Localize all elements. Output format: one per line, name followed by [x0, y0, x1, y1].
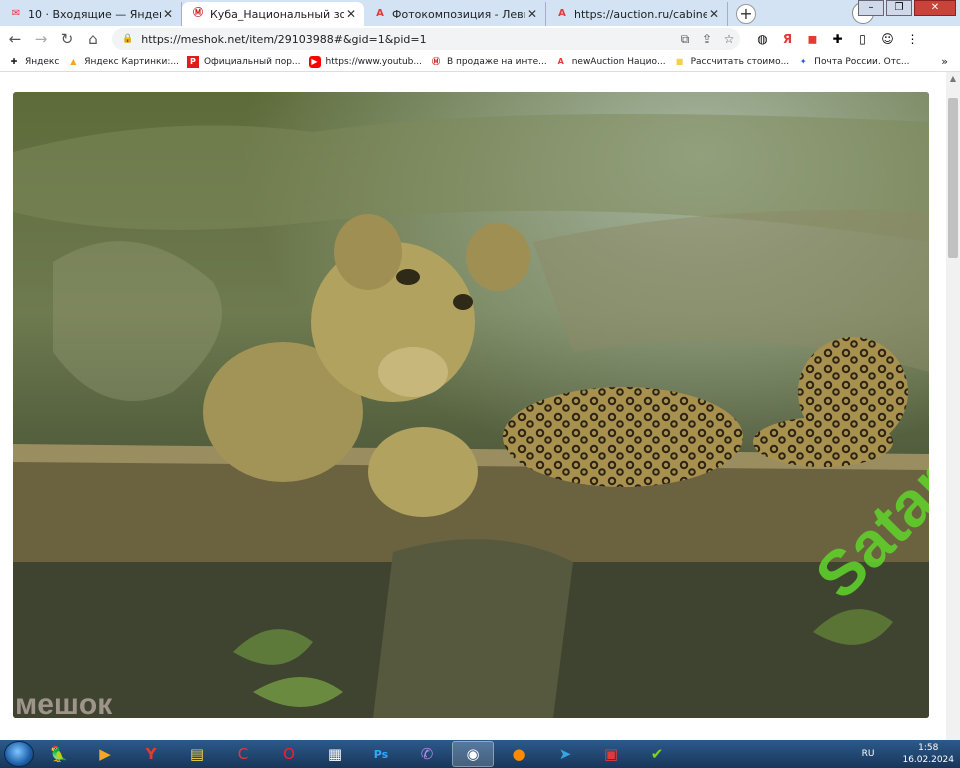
- bookmark-item[interactable]: ■ Рассчитать стоимо...: [674, 56, 790, 68]
- bookmark-item[interactable]: Р Официальный пор...: [186, 55, 301, 68]
- meshok-icon: Ⓜ: [431, 57, 440, 66]
- yandex-icon: ✚: [10, 57, 18, 66]
- meshok-logo: мешок: [15, 688, 113, 718]
- green-app-icon[interactable]: ✔: [636, 741, 678, 767]
- tab-mail[interactable]: ✉ 10 · Входящие — Яндекс Почта ✕: [0, 2, 182, 26]
- ccleaner-icon[interactable]: C: [222, 741, 264, 767]
- tab-title: 10 · Входящие — Яндекс Почта: [28, 7, 161, 21]
- extensions-area: ◍ Я ◼ ✚ ▯ ☺ ⋮: [750, 32, 925, 46]
- mail-icon: ✉: [11, 8, 21, 19]
- viber-icon[interactable]: ✆: [406, 741, 448, 767]
- meshok-icon: Ⓜ: [193, 8, 203, 19]
- reload-icon[interactable]: ↻: [56, 30, 78, 48]
- back-icon[interactable]: ←: [4, 30, 26, 48]
- bookmark-item[interactable]: ✚ Яндекс: [8, 56, 60, 68]
- windows-taskbar: 🦜 ▶ Y ▤ C O ▦ Ps ✆ ◉ ● ➤ ▣ ✔ RU 1:58 16.…: [0, 740, 960, 768]
- page-viewport: Satare мешок ▲: [0, 72, 960, 740]
- home-icon[interactable]: ⌂: [82, 30, 104, 48]
- photoshop-icon[interactable]: Ps: [360, 741, 402, 767]
- tab-auction-2[interactable]: A https://auction.ru/cabinet/listing ✕: [546, 2, 728, 26]
- menu-kebab-icon[interactable]: ⋮: [900, 32, 925, 46]
- bookmark-item[interactable]: Ⓜ В продаже на инте...: [430, 56, 547, 68]
- clock-date: 16.02.2024: [902, 755, 954, 765]
- bookmark-item[interactable]: AnewAuction Нацио...: [555, 56, 666, 68]
- auction-a-icon: A: [558, 8, 566, 19]
- auction-a-icon: A: [557, 57, 564, 66]
- bookmark-label: Почта России. Отс...: [814, 56, 910, 67]
- browser-toolbar: ← → ↻ ⌂ 🔒 https://meshok.net/item/291039…: [0, 26, 960, 52]
- tab-meshok[interactable]: Ⓜ Куба_Национальный зоопарк_/ ✕: [182, 2, 364, 26]
- opera-icon[interactable]: O: [268, 741, 310, 767]
- minimize-button[interactable]: –: [858, 0, 884, 16]
- media-player-icon[interactable]: ▶: [84, 741, 126, 767]
- scrollbar-thumb[interactable]: [948, 98, 958, 258]
- bookmark-item[interactable]: ✦ Почта России. Отс...: [797, 56, 910, 68]
- telegram-icon[interactable]: ➤: [544, 741, 586, 767]
- omnibox-actions: ⧉ ⇪ ☆: [674, 32, 740, 47]
- extensions-puzzle-icon[interactable]: ✚: [825, 32, 850, 46]
- close-window-button[interactable]: ✕: [914, 0, 956, 16]
- post-icon: ✦: [799, 57, 807, 66]
- lot-photo[interactable]: Satare мешок: [13, 92, 929, 718]
- bookmark-label: https://www.youtub...: [325, 56, 422, 67]
- parrot-app-icon[interactable]: 🦜: [38, 741, 80, 767]
- side-panel-icon[interactable]: ▯: [850, 32, 875, 46]
- youtube-icon: ▶: [308, 55, 321, 68]
- open-in-app-icon[interactable]: ⧉: [674, 32, 696, 47]
- firefox-icon[interactable]: ●: [498, 741, 540, 767]
- rzd-icon: Р: [186, 55, 199, 68]
- url-text: https://meshok.net/item/29103988#&gid=1&…: [141, 32, 427, 46]
- address-bar[interactable]: 🔒 https://meshok.net/item/29103988#&gid=…: [112, 28, 740, 50]
- bookmark-label: Рассчитать стоимо...: [690, 56, 790, 67]
- bookmark-label: В продаже на инте...: [446, 56, 547, 67]
- scroll-up-icon[interactable]: ▲: [946, 72, 960, 86]
- bookmark-label: Яндекс Картинки:...: [84, 56, 179, 67]
- start-button[interactable]: [4, 741, 34, 767]
- new-tab-button[interactable]: +: [736, 4, 756, 24]
- tab-auction-1[interactable]: A Фотокомпозиция - Левицкий Б ✕: [364, 2, 546, 26]
- language-indicator[interactable]: RU: [862, 749, 875, 759]
- profile-avatar-icon[interactable]: ☺: [875, 32, 900, 46]
- chrome-icon[interactable]: ◉: [452, 741, 494, 767]
- page-scrollbar[interactable]: ▲: [946, 72, 960, 740]
- close-tab-icon[interactable]: ✕: [525, 7, 539, 21]
- auction-a-icon: A: [376, 8, 384, 19]
- bookmark-item[interactable]: ▲ Яндекс Картинки:...: [67, 56, 179, 68]
- tab-strip: ✉ 10 · Входящие — Яндекс Почта ✕ Ⓜ Куба_…: [0, 0, 960, 26]
- file-explorer-icon[interactable]: ▤: [176, 741, 218, 767]
- forward-icon[interactable]: →: [30, 30, 52, 48]
- bookmark-label: Официальный пор...: [203, 56, 301, 67]
- pdf-app-icon[interactable]: ▣: [590, 741, 632, 767]
- bookmark-star-icon[interactable]: ☆: [718, 32, 740, 47]
- folder-icon: ■: [675, 57, 684, 66]
- bookmark-label: Яндекс: [25, 56, 60, 67]
- lock-icon: 🔒: [122, 34, 134, 44]
- maximize-button[interactable]: ❐: [886, 0, 912, 16]
- calculator-icon[interactable]: ▦: [314, 741, 356, 767]
- close-tab-icon[interactable]: ✕: [344, 7, 358, 21]
- bookmarks-overflow-icon[interactable]: »: [941, 55, 948, 68]
- flag-extension-icon[interactable]: ◼: [800, 32, 825, 46]
- close-tab-icon[interactable]: ✕: [161, 7, 175, 21]
- close-tab-icon[interactable]: ✕: [707, 7, 721, 21]
- clock[interactable]: 1:58 16.02.2024: [902, 742, 954, 766]
- images-icon: ▲: [70, 57, 77, 66]
- clock-time: 1:58: [918, 743, 939, 753]
- bookmark-label: newAuction Нацио...: [571, 56, 666, 67]
- bookmarks-bar: ✚ Яндекс ▲ Яндекс Картинки:... Р Официальны…: [0, 52, 960, 72]
- vpn-extension-icon[interactable]: ◍: [750, 32, 775, 46]
- bookmark-item[interactable]: ▶ https://www.youtub...: [308, 55, 422, 68]
- photo-drawing: Satare мешок: [13, 92, 929, 718]
- window-controls: – ❐ ✕: [856, 0, 956, 16]
- yandex-browser-icon[interactable]: Y: [130, 741, 172, 767]
- yandex-extension-icon[interactable]: Я: [775, 32, 800, 46]
- tab-title: Куба_Национальный зоопарк_/: [210, 7, 344, 21]
- share-icon[interactable]: ⇪: [696, 32, 718, 47]
- system-tray: RU 1:58 16.02.2024: [862, 740, 954, 768]
- tab-title: Фотокомпозиция - Левицкий Б: [392, 7, 525, 21]
- tab-title: https://auction.ru/cabinet/listing: [574, 7, 707, 21]
